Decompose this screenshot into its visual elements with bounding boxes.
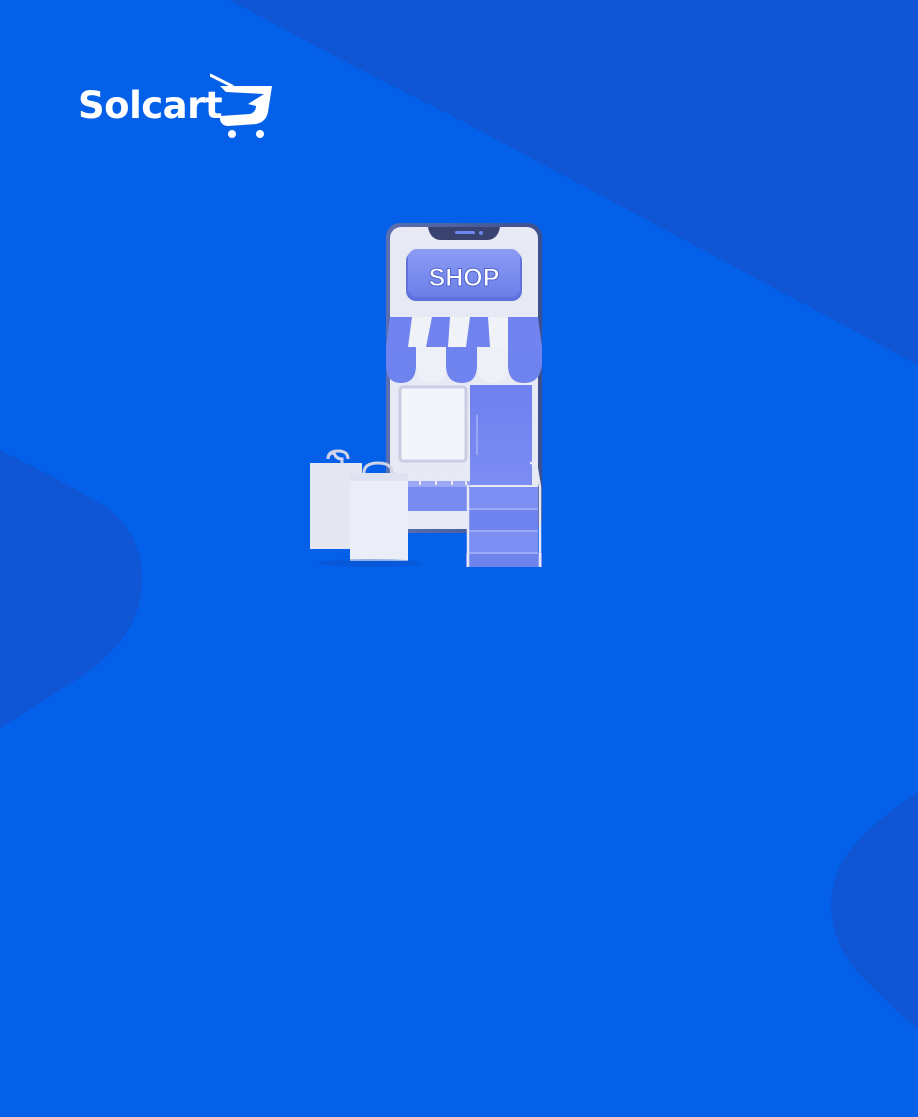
shop-sign-text: SHOP	[429, 264, 500, 292]
awning	[386, 317, 542, 383]
brand-name: Solcart	[78, 83, 223, 127]
shop-door	[470, 385, 532, 485]
shop-sign: SHOP	[406, 249, 522, 301]
shopping-cart-icon	[210, 73, 272, 138]
shopping-bag-front	[350, 473, 408, 561]
background-shape-left	[0, 450, 142, 728]
background-shape-bottom-right	[831, 792, 918, 1030]
shop-illustration: SHOP	[310, 223, 542, 567]
brand-logo[interactable]: Solcart	[78, 72, 278, 142]
